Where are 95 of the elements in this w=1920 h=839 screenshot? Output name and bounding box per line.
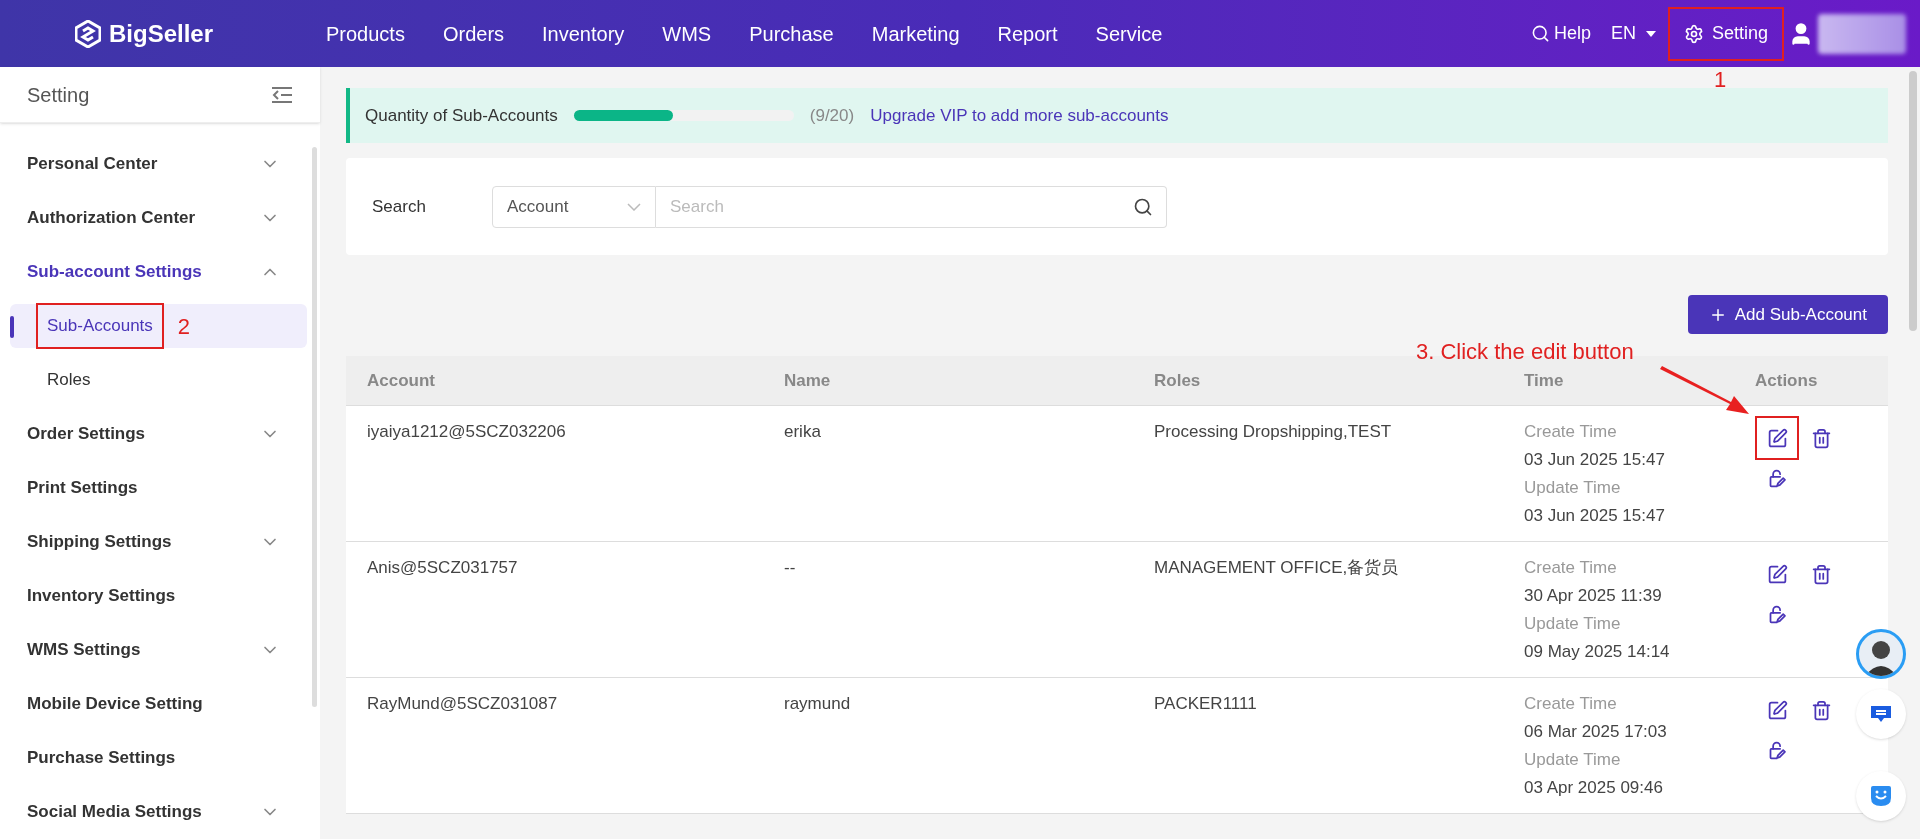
- sidebar-group[interactable]: Mobile Device Setting: [0, 677, 320, 731]
- sidebar-group[interactable]: Sub-account Settings: [0, 245, 320, 299]
- nav-link[interactable]: Service: [1095, 18, 1163, 49]
- sidebar-group-label: Mobile Device Setting: [27, 693, 203, 716]
- delete-icon: [1810, 427, 1832, 449]
- time-label: Update Time: [1524, 749, 1622, 771]
- edit-icon: [1766, 563, 1788, 585]
- column-header: Roles: [1154, 369, 1202, 392]
- sidebar-group[interactable]: Personal Center: [0, 137, 320, 191]
- sidebar-group[interactable]: WMS Settings: [0, 623, 320, 677]
- caret-icon: [1645, 30, 1656, 37]
- edit-icon: [1766, 427, 1788, 449]
- bot-button[interactable]: [1856, 771, 1906, 821]
- sidebar-title: Setting: [27, 82, 90, 108]
- smile-icon: [1869, 784, 1893, 808]
- edit-button[interactable]: [1755, 416, 1799, 460]
- quota-count: (9/20): [809, 104, 855, 127]
- chat-icon: [1870, 704, 1892, 724]
- time-value: 03 Apr 2025 09:46: [1524, 777, 1664, 799]
- table-cell-text: MANAGEMENT OFFICE,备货员: [1154, 557, 1400, 579]
- sidebar-item-label: Sub-Accounts: [36, 303, 164, 349]
- sidebar-group-label: WMS Settings: [27, 639, 141, 662]
- sidebar-item[interactable]: Roles: [10, 358, 307, 402]
- time-value: 09 May 2025 14:14: [1524, 641, 1671, 663]
- time-label: Create Time: [1524, 557, 1618, 579]
- delete-icon: [1810, 563, 1832, 585]
- sidebar-item-label: Roles: [46, 369, 92, 392]
- upgrade-link[interactable]: Upgrade VIP to add more sub-accounts: [870, 102, 1169, 129]
- help-link[interactable]: Help: [1530, 20, 1591, 47]
- sidebar-group-label: Purchase Settings: [27, 747, 176, 770]
- logo-text: BigSeller: [109, 18, 214, 49]
- sidebar-item[interactable]: Sub-Accounts 2: [10, 304, 307, 348]
- nav-link[interactable]: WMS: [662, 18, 712, 49]
- sidebar-group-label: Personal Center: [27, 153, 158, 176]
- chat-button[interactable]: [1856, 689, 1906, 739]
- search-icon: [1530, 24, 1550, 43]
- table-cell-text: --: [784, 557, 797, 579]
- sidebar-group[interactable]: Inventory Settings: [0, 569, 320, 623]
- sidebar-group-label: Authorization Center: [27, 207, 196, 230]
- setting-button[interactable]: Setting: [1667, 6, 1784, 61]
- nav-link[interactable]: Purchase: [749, 18, 834, 49]
- table-cell-text: PACKER1111: [1154, 693, 1258, 715]
- table-cell-text: Anis@5SCZ031757: [367, 557, 519, 579]
- nav-link[interactable]: Report: [997, 18, 1058, 49]
- step-number: 2: [177, 312, 191, 341]
- step-number: 1: [1714, 66, 1727, 94]
- sidebar-group-label: Sub-account Settings: [27, 261, 202, 284]
- sidebar-group[interactable]: Authorization Center: [0, 191, 320, 245]
- support-avatar[interactable]: [1856, 629, 1906, 679]
- nav-link[interactable]: Orders: [442, 18, 505, 49]
- search-type-select[interactable]: Account: [492, 185, 656, 228]
- column-header: Actions: [1755, 369, 1819, 392]
- sidebar-group-label: Print Settings: [27, 477, 138, 500]
- column-header: Name: [784, 369, 832, 392]
- sidebar-group[interactable]: Purchase Settings: [0, 731, 320, 785]
- collapse-menu-icon[interactable]: [271, 85, 293, 104]
- annotation-text: 3. Click the edit button: [1416, 338, 1634, 366]
- nav-link[interactable]: Marketing: [871, 18, 960, 49]
- search-field[interactable]: Search: [656, 185, 1167, 228]
- logo-icon: [75, 19, 101, 48]
- chevron-down-icon: [627, 202, 641, 211]
- nav-link[interactable]: Inventory: [542, 18, 625, 49]
- edit-icon: [1766, 699, 1788, 721]
- column-header: Time: [1524, 369, 1565, 392]
- time-value: 03 Jun 2025 15:47: [1524, 505, 1666, 527]
- language-select[interactable]: EN: [1610, 20, 1656, 47]
- sidebar-group-label: Order Settings: [27, 423, 146, 446]
- nav-link[interactable]: Products: [326, 18, 405, 49]
- active-indicator: [10, 316, 14, 338]
- sidebar-group[interactable]: Social Media Settings: [0, 785, 320, 839]
- time-value: 06 Mar 2025 17:03: [1524, 721, 1668, 743]
- time-label: Update Time: [1524, 477, 1622, 499]
- sidebar-group-label: Social Media Settings: [27, 801, 202, 824]
- time-label: Create Time: [1524, 421, 1618, 443]
- time-label: Update Time: [1524, 613, 1622, 635]
- search-icon: [1133, 196, 1153, 217]
- table-cell-text: Processing Dropshipping,TEST: [1154, 421, 1393, 443]
- time-value: 03 Jun 2025 15:47: [1524, 449, 1666, 471]
- quota-label: Quantity of Sub-Accounts: [365, 104, 558, 127]
- time-value: 30 Apr 2025 11:39: [1524, 585, 1663, 607]
- delete-icon: [1810, 699, 1832, 721]
- sidebar-group-label: Shipping Settings: [27, 531, 172, 554]
- table-cell-text: raymund: [784, 693, 852, 715]
- sidebar-group[interactable]: Print Settings: [0, 461, 320, 515]
- time-label: Create Time: [1524, 693, 1618, 715]
- table-cell-text: iyaiya1212@5SCZ032206: [367, 421, 567, 443]
- table-cell-text: erika: [784, 421, 822, 443]
- table-cell-text: RayMund@5SCZ031087: [367, 693, 559, 715]
- column-header: Account: [367, 369, 436, 392]
- sidebar-group[interactable]: Shipping Settings: [0, 515, 320, 569]
- search-label: Search: [372, 195, 427, 218]
- add-sub-account-button[interactable]: Add Sub-Account: [1687, 295, 1888, 334]
- sidebar-group-label: Inventory Settings: [27, 585, 176, 608]
- sidebar-group[interactable]: Order Settings: [0, 407, 320, 461]
- settings-icon: [1683, 23, 1704, 44]
